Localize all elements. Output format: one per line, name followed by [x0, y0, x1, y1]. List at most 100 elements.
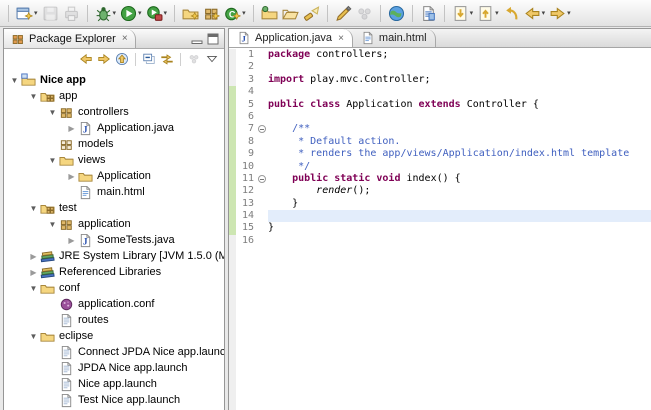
chevron-collapsed-icon[interactable]: ▶: [65, 124, 78, 133]
tree-item-sometests-java[interactable]: ▶JSomeTests.java: [4, 232, 224, 248]
dropdown-arrow-icon[interactable]: ▾: [138, 9, 142, 17]
chevron-collapsed-icon[interactable]: ▶: [27, 268, 40, 277]
close-icon[interactable]: ×: [122, 33, 128, 44]
run-button[interactable]: ▾: [118, 4, 144, 23]
tree-item-routes[interactable]: routes: [4, 312, 224, 328]
web-browser-button[interactable]: [386, 4, 407, 23]
forward-button[interactable]: ▾: [547, 4, 573, 23]
tree-item-test-nice-app-launch[interactable]: Test Nice app.launch: [4, 392, 224, 408]
tree-item-application-java[interactable]: ▶JApplication.java: [4, 120, 224, 136]
code-text-area[interactable]: }: [268, 198, 651, 210]
chevron-expanded-icon[interactable]: ▼: [46, 220, 59, 229]
code-text-area[interactable]: import play.mvc.Controller;: [268, 74, 651, 86]
tree-item-application[interactable]: ▶Application: [4, 168, 224, 184]
dropdown-arrow-icon[interactable]: ▾: [164, 9, 168, 17]
chevron-expanded-icon[interactable]: ▼: [46, 108, 59, 117]
editor-tab-main-html[interactable]: main.html: [353, 29, 436, 47]
chevron-collapsed-icon[interactable]: ▶: [65, 172, 78, 181]
tree-item-jre-system-library-jvm-1-5-0-mac[interactable]: ▶JRE System Library [JVM 1.5.0 (Mac: [4, 248, 224, 264]
code-text-area[interactable]: * Default action.: [268, 136, 651, 148]
chevron-expanded-icon[interactable]: ▼: [27, 204, 40, 213]
tree-item-models[interactable]: models: [4, 136, 224, 152]
dropdown-arrow-icon[interactable]: ▾: [113, 9, 117, 17]
maximize-button[interactable]: [207, 33, 219, 45]
code-line[interactable]: 13 }: [229, 198, 651, 210]
debug-button[interactable]: ▾: [93, 4, 119, 23]
code-line[interactable]: 4: [229, 86, 651, 98]
code-line[interactable]: 14: [229, 210, 651, 222]
chevron-collapsed-icon[interactable]: ▶: [27, 252, 40, 261]
code-line[interactable]: 16: [229, 235, 651, 247]
code-text-area[interactable]: [268, 61, 651, 73]
code-line[interactable]: 6: [229, 111, 651, 123]
code-line[interactable]: 10 */: [229, 161, 651, 173]
code-text-area[interactable]: [268, 111, 651, 123]
new-java-project-button[interactable]: [180, 4, 201, 23]
tree-item-connect-jpda-nice-app-launch[interactable]: Connect JPDA Nice app.launch: [4, 344, 224, 360]
code-line[interactable]: 2: [229, 61, 651, 73]
code-text-area[interactable]: package controllers;: [268, 49, 651, 61]
fold-collapse-icon[interactable]: [258, 125, 266, 133]
code-line[interactable]: 9 * renders the app/views/Application/in…: [229, 148, 651, 160]
code-line[interactable]: 8 * Default action.: [229, 136, 651, 148]
code-line[interactable]: 15}: [229, 222, 651, 234]
code-line[interactable]: 5public class Application extends Contro…: [229, 99, 651, 111]
editor-empty-area[interactable]: [229, 247, 651, 410]
tree-item-jpda-nice-app-launch[interactable]: JPDA Nice app.launch: [4, 360, 224, 376]
close-icon[interactable]: ×: [338, 33, 344, 44]
code-line[interactable]: 7 /**: [229, 123, 651, 135]
dropdown-arrow-icon[interactable]: ▾: [34, 9, 38, 17]
tree-item-referenced-libraries[interactable]: ▶Referenced Libraries: [4, 264, 224, 280]
chevron-expanded-icon[interactable]: ▼: [27, 332, 40, 341]
console-button[interactable]: [418, 4, 439, 23]
view-menu-button[interactable]: [204, 51, 220, 67]
package-explorer-tree[interactable]: ▼Nice app▼app▼controllers▶JApplication.j…: [4, 69, 224, 410]
chevron-expanded-icon[interactable]: ▼: [8, 76, 21, 85]
open-type-button[interactable]: [259, 4, 280, 23]
editor-tab-application-java[interactable]: JApplication.java×: [229, 29, 353, 47]
open-resource-button[interactable]: [280, 4, 301, 23]
tree-item-nice-app[interactable]: ▼Nice app: [4, 72, 224, 88]
brush-button[interactable]: [333, 4, 354, 23]
link-with-editor-button[interactable]: [159, 51, 175, 67]
previous-annotation-button[interactable]: ▾: [475, 4, 501, 23]
chevron-expanded-icon[interactable]: ▼: [27, 92, 40, 101]
code-line[interactable]: 3import play.mvc.Controller;: [229, 74, 651, 86]
tree-item-conf[interactable]: ▼conf: [4, 280, 224, 296]
dropdown-arrow-icon[interactable]: ▾: [470, 9, 474, 17]
code-text-area[interactable]: [268, 235, 651, 247]
tree-item-app[interactable]: ▼app: [4, 88, 224, 104]
tree-item-nice-app-launch[interactable]: Nice app.launch: [4, 376, 224, 392]
tree-item-application[interactable]: ▼application: [4, 216, 224, 232]
next-annotation-button[interactable]: ▾: [450, 4, 476, 23]
code-line[interactable]: 1package controllers;: [229, 49, 651, 61]
back-nav-button[interactable]: [78, 51, 94, 67]
chevron-expanded-icon[interactable]: ▼: [27, 284, 40, 293]
collapse-all-button[interactable]: [141, 51, 157, 67]
chevron-expanded-icon[interactable]: ▼: [46, 156, 59, 165]
code-line[interactable]: 11 public static void index() {: [229, 173, 651, 185]
last-edit-location-button[interactable]: [501, 4, 522, 23]
code-text-area[interactable]: * renders the app/views/Application/inde…: [268, 148, 651, 160]
tree-item-controllers[interactable]: ▼controllers: [4, 104, 224, 120]
code-text-area[interactable]: }: [268, 222, 651, 234]
code-text-area[interactable]: public class Application extends Control…: [268, 99, 651, 111]
tree-item-views[interactable]: ▼views: [4, 152, 224, 168]
dropdown-arrow-icon[interactable]: ▾: [495, 9, 499, 17]
search-button[interactable]: [301, 4, 322, 23]
tree-item-main-html[interactable]: main.html: [4, 184, 224, 200]
fold-collapse-icon[interactable]: [258, 175, 266, 183]
fold-ruler[interactable]: [255, 173, 268, 185]
code-text-area[interactable]: [268, 210, 651, 222]
code-text-area[interactable]: /**: [268, 123, 651, 135]
up-nav-button[interactable]: [114, 51, 130, 67]
forward-nav-button[interactable]: [96, 51, 112, 67]
tree-item-test[interactable]: ▼test: [4, 200, 224, 216]
code-text-area[interactable]: */: [268, 161, 651, 173]
fold-ruler[interactable]: [255, 123, 268, 135]
back-button[interactable]: ▾: [522, 4, 548, 23]
chevron-collapsed-icon[interactable]: ▶: [65, 236, 78, 245]
new-wizard-button[interactable]: ▾: [14, 4, 40, 23]
code-text-area[interactable]: [268, 86, 651, 98]
minimize-button[interactable]: [191, 33, 203, 45]
